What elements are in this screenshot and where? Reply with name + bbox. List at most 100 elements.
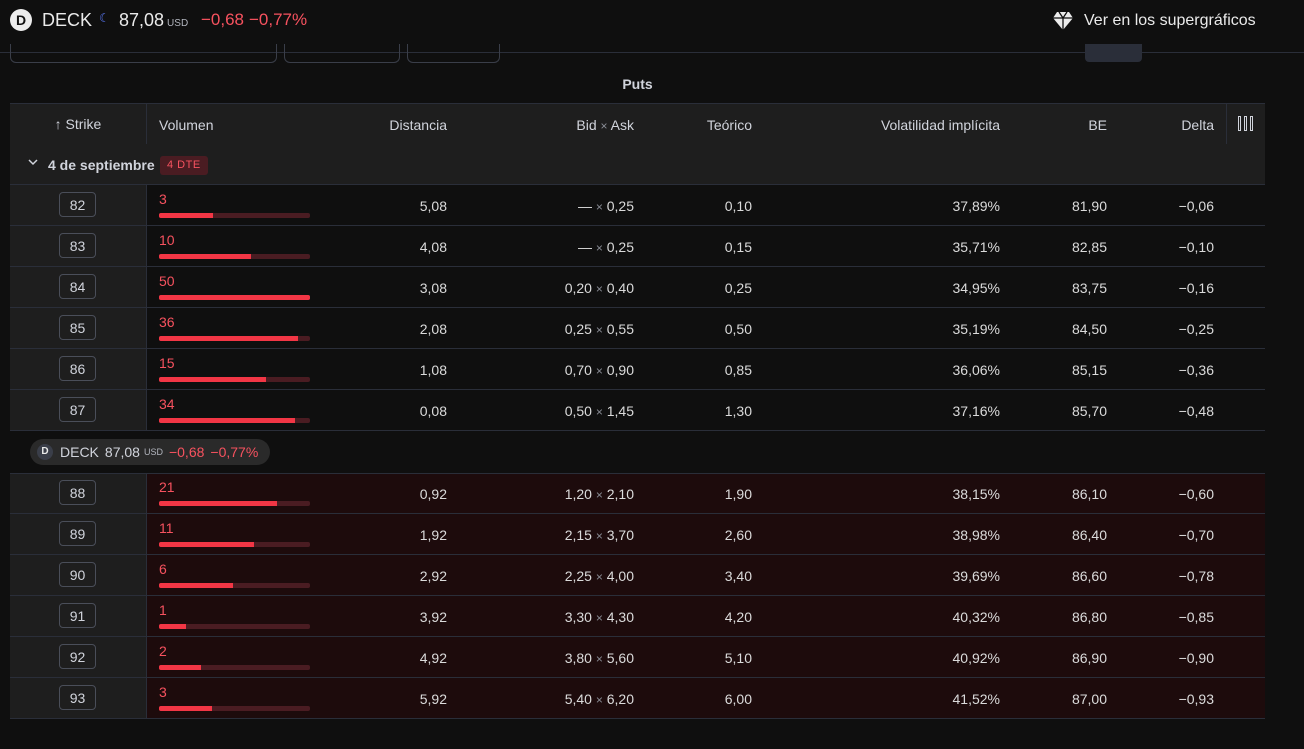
bid-ask-column-header[interactable]: Bid × Ask bbox=[576, 117, 634, 134]
table-row[interactable]: 92 2 4,92 3,80 × 5,60 5,10 40,92% 86,90 −0,90 bbox=[10, 637, 1265, 678]
times-sign: × bbox=[595, 282, 603, 296]
volume-value: 3 bbox=[159, 191, 167, 207]
table-row[interactable]: 84 50 3,08 0,20 × 0,40 0,25 34,95% 83,75 −0,16 bbox=[10, 267, 1265, 308]
bid-ask-value[interactable]: 5,40 × 6,20 bbox=[565, 691, 634, 708]
strike-cell: 87 bbox=[10, 390, 147, 430]
table-row[interactable]: 86 15 1,08 0,70 × 0,90 0,85 36,06% 85,15 −0,36 bbox=[10, 349, 1265, 390]
table-row[interactable]: 93 3 5,92 5,40 × 6,20 6,00 41,52% 87,00 −0,93 bbox=[10, 678, 1265, 719]
bid-label: Bid bbox=[576, 117, 597, 133]
delta-column-header[interactable]: Delta bbox=[1181, 117, 1214, 133]
volume-bar bbox=[159, 377, 310, 382]
bid-ask-value[interactable]: 0,50 × 1,45 bbox=[565, 403, 634, 420]
supercharts-link[interactable]: Ver en los supergráficos bbox=[1052, 9, 1256, 33]
volume-value: 1 bbox=[159, 602, 167, 618]
table-row[interactable]: 88 21 0,92 1,20 × 2,10 1,90 38,15% 86,10 −0,60 bbox=[10, 473, 1265, 514]
chevron-down-icon[interactable] bbox=[28, 155, 38, 170]
volume-bar-fill bbox=[159, 624, 187, 629]
delta-value: −0,10 bbox=[1178, 239, 1214, 255]
theoretical-value: 4,20 bbox=[724, 609, 752, 625]
volume-value: 2 bbox=[159, 643, 167, 659]
strike-column-header[interactable]: ↑ Strike bbox=[10, 104, 147, 144]
strike-value[interactable]: 91 bbox=[59, 603, 96, 628]
be-value: 83,75 bbox=[1071, 280, 1107, 296]
view-toggle[interactable] bbox=[1085, 44, 1142, 62]
be-value: 84,50 bbox=[1071, 321, 1107, 337]
strike-value[interactable]: 92 bbox=[59, 644, 96, 669]
iv-value: 40,32% bbox=[952, 609, 1000, 625]
be-value: 85,15 bbox=[1071, 362, 1107, 378]
iv-value: 36,06% bbox=[952, 362, 1000, 378]
strike-value[interactable]: 87 bbox=[59, 397, 96, 422]
ask-value: 5,60 bbox=[606, 650, 634, 666]
marker-symbol: DECK bbox=[60, 444, 99, 460]
volume-bar-fill bbox=[159, 665, 202, 670]
distance-value: 4,08 bbox=[419, 239, 447, 255]
strike-cell: 90 bbox=[10, 555, 147, 595]
strike-value[interactable]: 90 bbox=[59, 562, 96, 587]
volume-value: 34 bbox=[159, 396, 175, 412]
bid-ask-value[interactable]: 3,80 × 5,60 bbox=[565, 650, 634, 667]
times-sign: × bbox=[595, 529, 603, 543]
strike-value[interactable]: 84 bbox=[59, 274, 96, 299]
search-field[interactable] bbox=[10, 44, 277, 63]
bid-ask-value[interactable]: 0,70 × 0,90 bbox=[565, 362, 634, 379]
puts-title: Puts bbox=[622, 76, 653, 92]
expiration-dropdown[interactable] bbox=[284, 44, 400, 63]
be-value: 86,80 bbox=[1071, 609, 1107, 625]
volume-column-header[interactable]: Volumen bbox=[159, 117, 213, 133]
delta-value: −0,93 bbox=[1178, 691, 1214, 707]
strikes-dropdown[interactable] bbox=[407, 44, 500, 63]
table-row[interactable]: 90 6 2,92 2,25 × 4,00 3,40 39,69% 86,60 −0,78 bbox=[10, 555, 1265, 596]
bid-ask-value[interactable]: 3,30 × 4,30 bbox=[565, 609, 634, 626]
iv-value: 35,19% bbox=[952, 321, 1000, 337]
symbol-logo[interactable]: D bbox=[10, 9, 32, 31]
table-row[interactable]: 82 3 5,08 — × 0,25 0,10 37,89% 81,90 −0,06 bbox=[10, 185, 1265, 226]
bid-ask-value[interactable]: 2,15 × 3,70 bbox=[565, 527, 634, 544]
columns-icon[interactable] bbox=[1226, 104, 1266, 144]
strike-value[interactable]: 85 bbox=[59, 315, 96, 340]
expiration-group[interactable]: 4 de septiembre 4 DTE bbox=[10, 144, 1265, 185]
bid-value: 0,20 bbox=[564, 280, 592, 296]
distance-column-header[interactable]: Distancia bbox=[389, 117, 447, 133]
symbol-logo-small: D bbox=[37, 444, 53, 460]
strike-value[interactable]: 93 bbox=[59, 685, 96, 710]
table-row[interactable]: 85 36 2,08 0,25 × 0,55 0,50 35,19% 84,50 −0,25 bbox=[10, 308, 1265, 349]
times-sign: × bbox=[595, 570, 603, 584]
distance-value: 3,92 bbox=[419, 609, 447, 625]
theoretical-value: 0,15 bbox=[724, 239, 752, 255]
iv-value: 37,89% bbox=[952, 198, 1000, 214]
theoretical-value: 0,25 bbox=[724, 280, 752, 296]
bid-ask-value[interactable]: — × 0,25 bbox=[578, 198, 634, 215]
arrow-up-icon: ↑ bbox=[54, 116, 62, 132]
bid-ask-value[interactable]: 0,25 × 0,55 bbox=[565, 321, 634, 338]
price-marker[interactable]: D DECK 87,08 USD −0,68 −0,77% bbox=[30, 439, 271, 465]
table-row[interactable]: 89 11 1,92 2,15 × 3,70 2,60 38,98% 86,40 −0,70 bbox=[10, 514, 1265, 555]
bid-ask-value[interactable]: 0,20 × 0,40 bbox=[565, 280, 634, 297]
price-marker-row: D DECK 87,08 USD −0,68 −0,77% bbox=[10, 433, 1265, 474]
strike-value[interactable]: 86 bbox=[59, 356, 96, 381]
bid-ask-value[interactable]: — × 0,25 bbox=[578, 239, 634, 256]
volume-bar-fill bbox=[159, 336, 298, 341]
times-sign: × bbox=[595, 200, 603, 214]
bid-value: 3,30 bbox=[564, 609, 592, 625]
strike-value[interactable]: 82 bbox=[59, 192, 96, 217]
theoretical-value: 5,10 bbox=[724, 650, 752, 666]
bid-ask-value[interactable]: 2,25 × 4,00 bbox=[565, 568, 634, 585]
table-row[interactable]: 91 1 3,92 3,30 × 4,30 4,20 40,32% 86,80 −0,85 bbox=[10, 596, 1265, 637]
symbol-name[interactable]: DECK bbox=[42, 10, 92, 31]
volume-value: 11 bbox=[159, 520, 174, 536]
strike-value[interactable]: 89 bbox=[59, 521, 96, 546]
bid-ask-value[interactable]: 1,20 × 2,10 bbox=[565, 486, 634, 503]
table-row[interactable]: 87 34 0,08 0,50 × 1,45 1,30 37,16% 85,70 −0,48 bbox=[10, 390, 1265, 431]
strike-cell: 93 bbox=[10, 678, 147, 718]
distance-value: 5,92 bbox=[419, 691, 447, 707]
be-column-header[interactable]: BE bbox=[1088, 117, 1107, 133]
table-row[interactable]: 83 10 4,08 — × 0,25 0,15 35,71% 82,85 −0,10 bbox=[10, 226, 1265, 267]
theoretical-column-header[interactable]: Teórico bbox=[707, 117, 752, 133]
theoretical-value: 1,90 bbox=[724, 486, 752, 502]
iv-column-header[interactable]: Volatilidad implícita bbox=[881, 117, 1000, 133]
strike-value[interactable]: 88 bbox=[59, 480, 96, 505]
strike-cell: 92 bbox=[10, 637, 147, 677]
diamond-icon bbox=[1052, 11, 1074, 31]
strike-value[interactable]: 83 bbox=[59, 233, 96, 258]
